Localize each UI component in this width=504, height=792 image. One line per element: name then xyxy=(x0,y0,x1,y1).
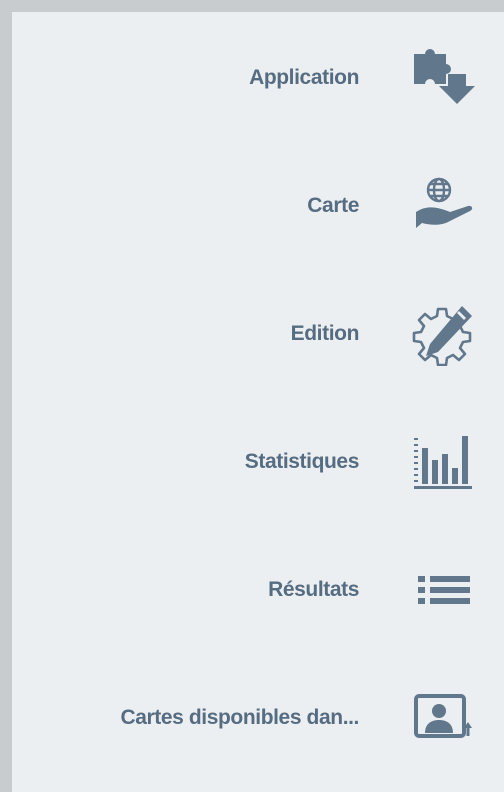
gear-pencil-icon xyxy=(412,302,476,366)
menu-item-label: Résultats xyxy=(268,578,359,601)
menu-item-cartes-disponibles[interactable]: Cartes disponibles dan... xyxy=(12,670,504,766)
menu-item-label: Carte xyxy=(307,194,359,217)
puzzle-download-icon xyxy=(412,46,476,110)
side-menu: Application Carte Edition Statistiques R… xyxy=(12,12,504,792)
bar-chart-icon xyxy=(412,430,476,494)
menu-item-statistiques[interactable]: Statistiques xyxy=(12,414,504,510)
menu-item-edition[interactable]: Edition xyxy=(12,286,504,382)
menu-item-resultats[interactable]: Résultats xyxy=(12,542,504,638)
menu-item-carte[interactable]: Carte xyxy=(12,158,504,254)
menu-item-label: Cartes disponibles dan... xyxy=(120,706,359,729)
user-card-icon xyxy=(412,686,476,750)
list-icon xyxy=(412,558,476,622)
globe-hand-icon xyxy=(412,174,476,238)
menu-item-application[interactable]: Application xyxy=(12,30,504,126)
menu-item-label: Statistiques xyxy=(244,450,360,473)
menu-item-label: Application xyxy=(249,66,359,89)
menu-item-label: Edition xyxy=(290,322,360,345)
